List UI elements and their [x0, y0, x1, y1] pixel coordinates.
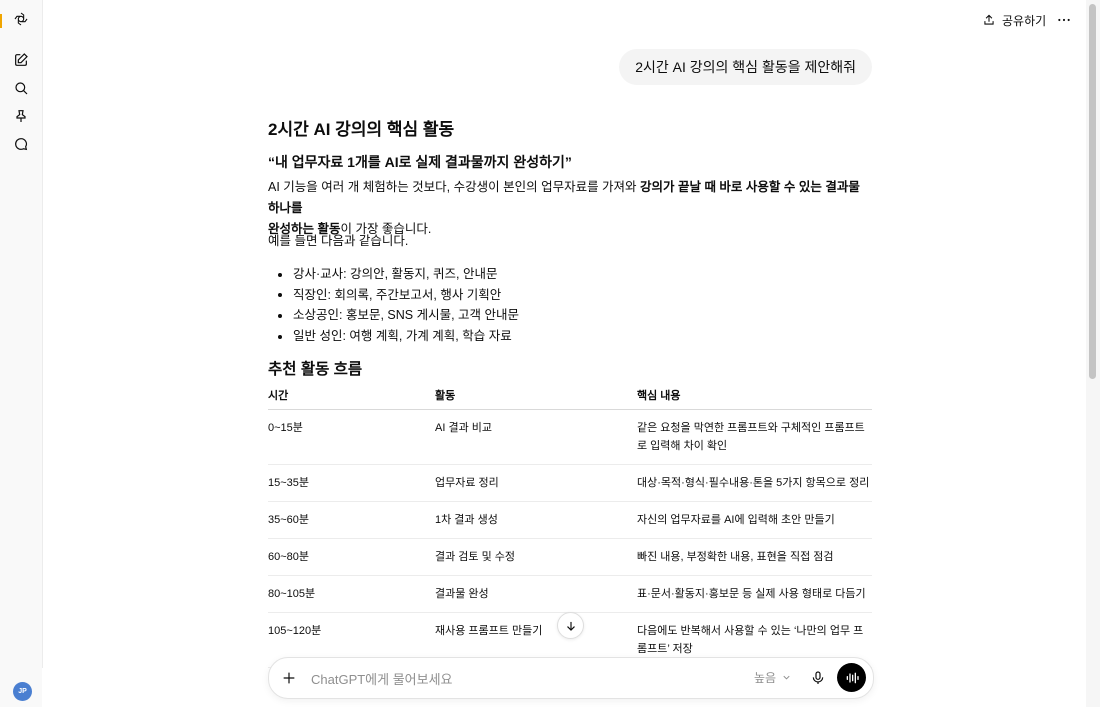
list-item: 소상공인: 홍보문, SNS 게시물, 고객 안내문 [268, 305, 519, 326]
share-icon [984, 14, 994, 25]
list-item: 일반 성인: 여행 계획, 가계 계획, 학습 자료 [268, 326, 519, 347]
more-options-button[interactable] [1054, 10, 1074, 30]
share-button[interactable]: 공유하기 [982, 10, 1046, 30]
chevron-down-icon [783, 675, 790, 680]
table-cell: 60~80분 [268, 538, 435, 576]
table-cell: 같은 요청을 막연한 프롬프트와 구체적인 프롬프트로 입력해 차이 확인 [637, 409, 872, 465]
table-cell: 80~105분 [268, 575, 435, 613]
pin-icon[interactable] [11, 106, 31, 126]
avatar[interactable]: JP [13, 682, 32, 701]
column-header-time: 시간 [268, 380, 435, 410]
microphone-icon [812, 671, 824, 684]
dictate-button[interactable] [808, 668, 828, 688]
share-label: 공유하기 [1002, 13, 1047, 28]
message-input[interactable] [309, 666, 733, 692]
column-header-activity: 활동 [435, 380, 637, 410]
table-cell: 대상·목적·형식·필수내용·톤을 5가지 항목으로 정리 [637, 464, 872, 502]
table-row: 60~80분 결과 검토 및 수정 빠진 내용, 부정확한 내용, 표현을 직접… [268, 538, 872, 576]
voice-waveform-icon [846, 672, 859, 683]
table-cell: 업무자료 정리 [435, 464, 637, 502]
intro-text-1: AI 기능을 여러 개 체험하는 것보다, 수강생이 본인의 업무자료를 가져와 [268, 180, 641, 194]
voice-mode-button[interactable] [837, 663, 866, 692]
table-row: 35~60분 1차 결과 생성 자신의 업무자료를 AI에 입력해 초안 만들기 [268, 501, 872, 539]
table-cell: 0~15분 [268, 409, 435, 465]
answer-title: 2시간 AI 강의의 핵심 활동 [268, 120, 455, 139]
openai-logo-icon[interactable] [11, 9, 31, 29]
user-message-text: 2시간 AI 강의의 핵심 활동을 제안해줘 [635, 59, 856, 75]
active-indicator [0, 14, 2, 28]
examples-list: 강사·교사: 강의안, 활동지, 퀴즈, 안내문 직장인: 회의록, 주간보고서… [268, 264, 519, 347]
table-row: 80~105분 결과물 완성 표·문서·활동지·홍보문 등 실제 사용 형태로 … [268, 575, 872, 613]
table-cell: 자신의 업무자료를 AI에 입력해 초안 만들기 [637, 501, 872, 539]
scroll-to-bottom-button[interactable] [557, 612, 584, 639]
scrollbar-thumb[interactable] [1089, 4, 1096, 379]
search-icon[interactable] [11, 78, 31, 98]
new-chat-icon[interactable] [11, 50, 31, 70]
attach-button[interactable] [279, 668, 299, 688]
sidebar-rail: JP [0, 0, 43, 707]
reasoning-level-label: 높음 [754, 671, 777, 685]
table-cell: 결과 검토 및 수정 [435, 538, 637, 576]
reasoning-level-select[interactable]: 높음 [754, 669, 792, 686]
user-message-bubble: 2시간 AI 강의의 핵심 활동을 제안해줘 [619, 49, 872, 85]
list-item: 직장인: 회의록, 주간보고서, 행사 기획안 [268, 285, 519, 306]
avatar-initials: JP [18, 688, 27, 695]
table-cell: 1차 결과 생성 [435, 501, 637, 539]
composer: 높음 [268, 657, 874, 699]
table-cell: 빠진 내용, 부정확한 내용, 표현을 직접 점검 [637, 538, 872, 576]
examples-lead: 예를 들면 다음과 같습니다. [268, 234, 409, 248]
table-cell: 35~60분 [268, 501, 435, 539]
table-row: 0~15분 AI 결과 비교 같은 요청을 막연한 프롬프트와 구체적인 프롬프… [268, 409, 872, 465]
table-cell: AI 결과 비교 [435, 409, 637, 465]
answer-quote-heading: “내 업무자료 1개를 AI로 실제 결과물까지 완성하기” [268, 154, 572, 170]
flow-heading: 추천 활동 흐름 [268, 361, 363, 378]
table-cell: 표·문서·활동지·홍보문 등 실제 사용 형태로 다듬기 [637, 575, 872, 613]
table-cell: 15~35분 [268, 464, 435, 502]
more-dots-icon [1058, 18, 1070, 22]
table-row: 15~35분 업무자료 정리 대상·목적·형식·필수내용·톤을 5가지 항목으로… [268, 464, 872, 502]
chat-bubble-icon[interactable] [11, 134, 31, 154]
column-header-content: 핵심 내용 [637, 380, 872, 410]
table-header-row: 시간 활동 핵심 내용 [268, 380, 872, 410]
plus-icon [283, 672, 295, 684]
arrow-down-icon [566, 621, 575, 631]
table-cell: 결과물 완성 [435, 575, 637, 613]
list-item: 강사·교사: 강의안, 활동지, 퀴즈, 안내문 [268, 264, 519, 285]
